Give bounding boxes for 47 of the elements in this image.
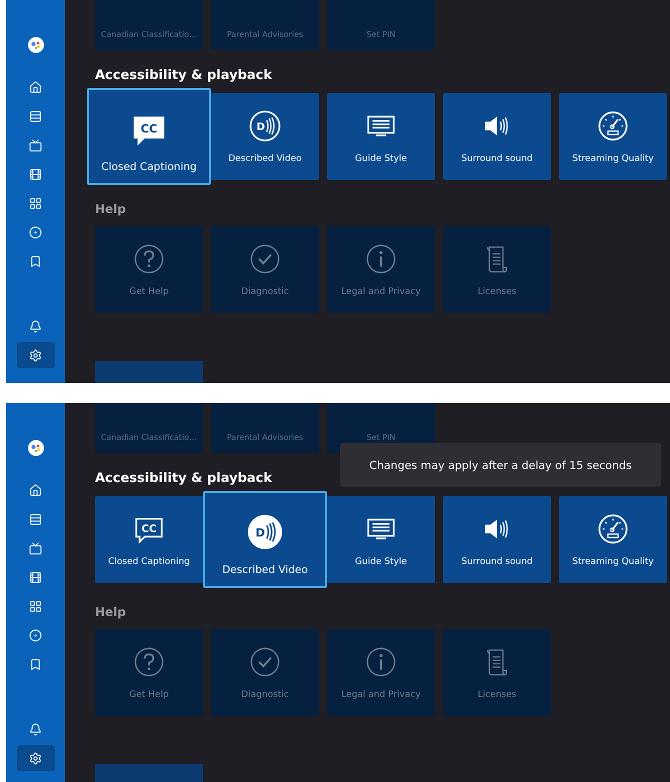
- settings-tile[interactable]: Streaming Quality: [559, 496, 667, 583]
- info-icon: [364, 645, 398, 679]
- audio-description-icon: D: [246, 513, 284, 551]
- settings-tile[interactable]: Guide Style: [327, 496, 435, 583]
- bookmark-icon: [29, 254, 42, 268]
- record-icon: [29, 628, 42, 642]
- film-icon: [29, 570, 42, 584]
- checkmark-icon: [248, 645, 282, 679]
- settings-button[interactable]: [16, 745, 54, 771]
- home-icon: [29, 484, 42, 496]
- gauge-icon: [596, 109, 630, 143]
- film-icon: [29, 168, 42, 180]
- home-icon: [29, 80, 42, 94]
- help-icon: [132, 645, 166, 679]
- grid-icon: [29, 196, 42, 210]
- settings-tile[interactable]: D Described Video: [211, 93, 319, 180]
- info-icon: [364, 242, 398, 276]
- list-icon: [29, 110, 42, 122]
- bell-icon: [29, 320, 42, 332]
- settings-icon: [29, 348, 42, 362]
- settings-tile[interactable]: CC Closed Captioning: [87, 88, 211, 185]
- assistant-icon: [28, 440, 44, 456]
- help-icon: [132, 242, 166, 276]
- list-icon: [29, 512, 42, 526]
- bookmark-icon: [29, 658, 42, 670]
- settings-tile[interactable]: Guide Style: [327, 93, 435, 180]
- settings-tile[interactable]: CC Closed Captioning: [95, 496, 203, 583]
- assistant-icon: [28, 37, 44, 53]
- tv-icon: [29, 542, 42, 554]
- audio-description-icon: D: [248, 109, 282, 143]
- settings-tile[interactable]: Streaming Quality: [559, 93, 667, 180]
- settings-icon: [29, 752, 42, 764]
- settings-button[interactable]: [16, 342, 54, 368]
- gauge-icon: [596, 512, 630, 546]
- toast-message: Changes may apply after a delay of 15 seconds: [340, 443, 661, 487]
- settings-tile[interactable]: Surround sound: [443, 93, 551, 180]
- section-title: Help: [95, 605, 126, 619]
- grid-icon: [29, 600, 42, 612]
- section-title: Accessibility & playback: [95, 68, 272, 83]
- record-icon: [29, 226, 42, 238]
- bell-icon: [29, 722, 42, 736]
- section-title: Accessibility & playback: [95, 471, 272, 486]
- settings-tile[interactable]: Surround sound: [443, 496, 551, 583]
- settings-tile[interactable]: D Described Video: [203, 491, 327, 588]
- checkmark-icon: [248, 242, 282, 276]
- section-title: Help: [95, 202, 126, 216]
- tv-icon: [29, 138, 42, 152]
